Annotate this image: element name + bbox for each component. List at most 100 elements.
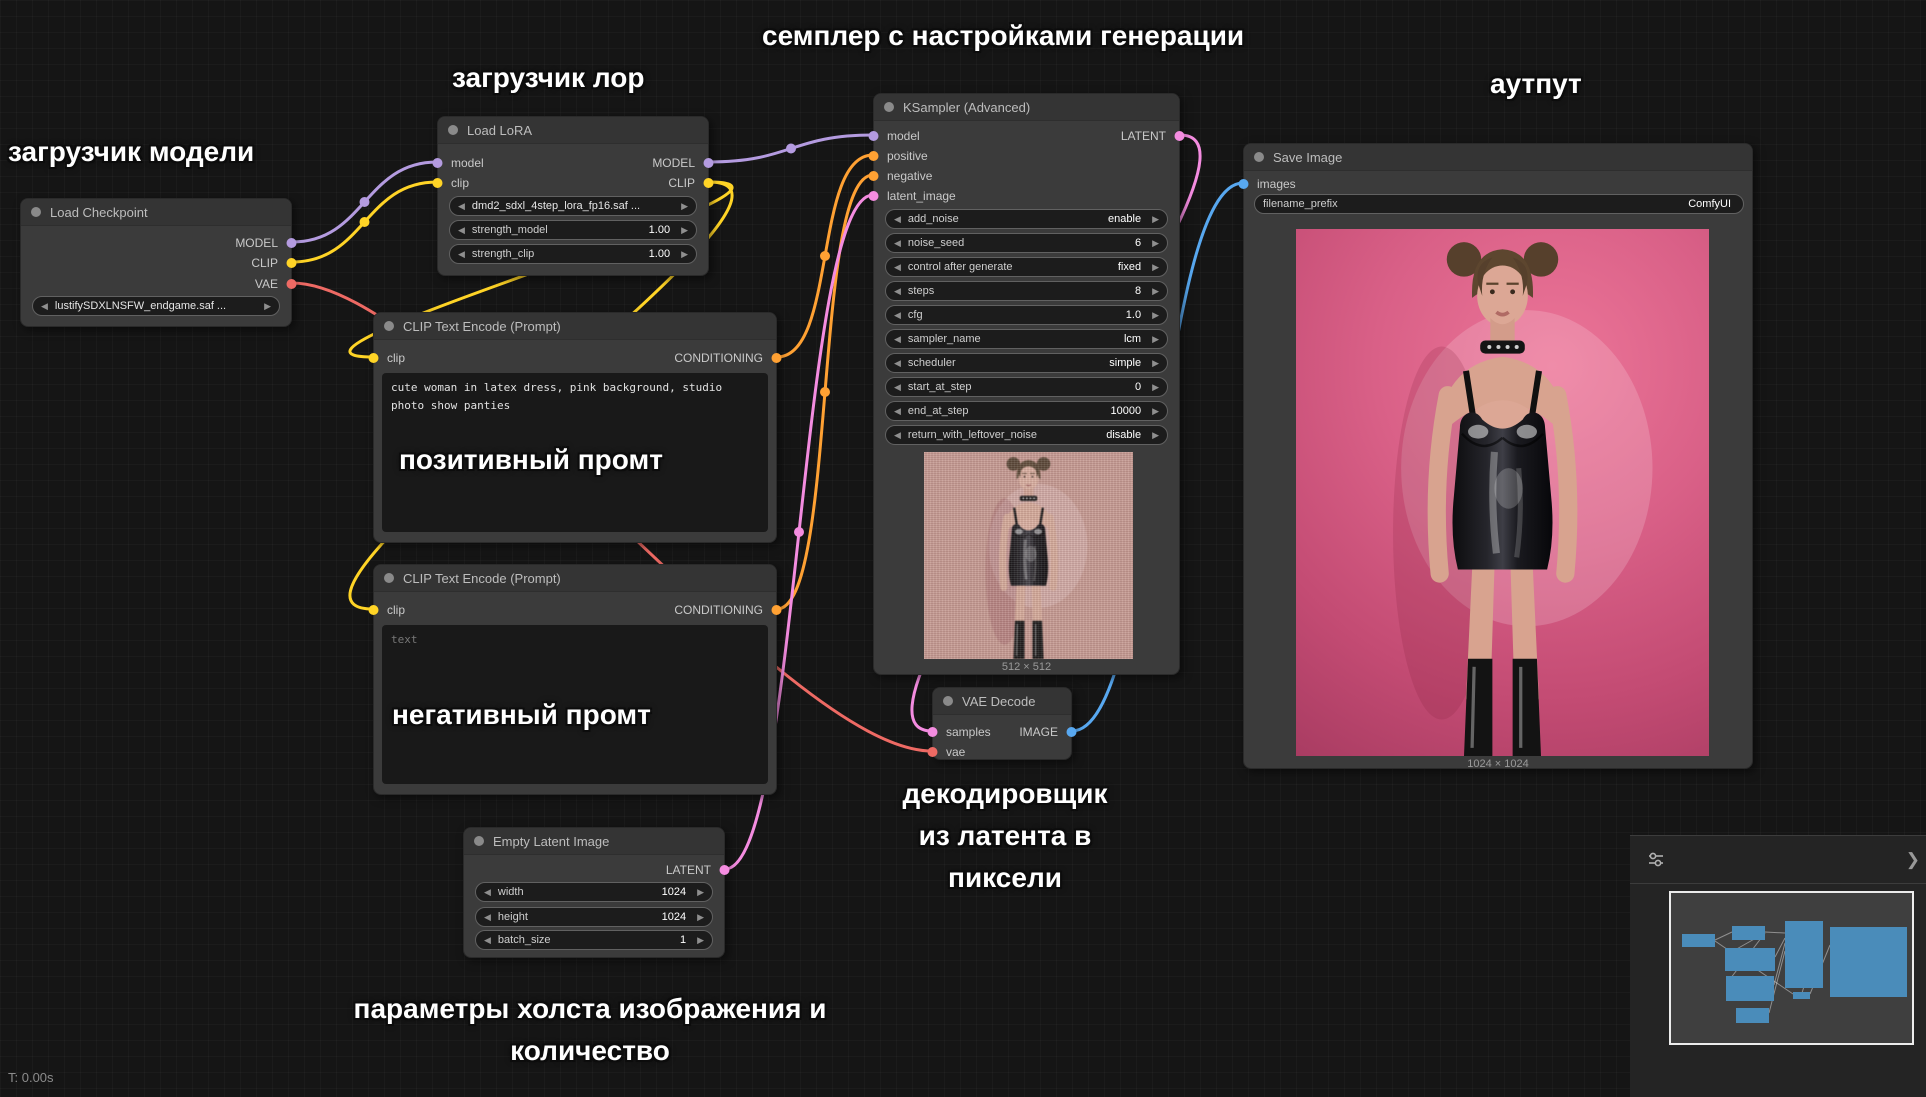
increment-arrow-icon[interactable]: ▶ (264, 302, 271, 311)
increment-arrow-icon[interactable]: ▶ (697, 913, 704, 922)
increment-arrow-icon[interactable]: ▶ (1152, 431, 1159, 440)
collapse-dot-icon[interactable] (384, 573, 394, 583)
output-port-clip[interactable] (287, 258, 297, 268)
decrement-arrow-icon[interactable]: ◀ (41, 302, 48, 311)
decrement-arrow-icon[interactable]: ◀ (458, 226, 465, 235)
collapse-dot-icon[interactable] (1254, 152, 1264, 162)
output-port-vae[interactable] (287, 279, 297, 289)
decrement-arrow-icon[interactable]: ◀ (894, 287, 901, 296)
input-port-clip[interactable] (433, 178, 443, 188)
collapse-dot-icon[interactable] (943, 696, 953, 706)
cfg-widget[interactable]: ◀cfg1.0▶ (885, 305, 1168, 325)
output-port-latent[interactable] (1175, 131, 1185, 141)
control-after-generate-widget[interactable]: ◀control after generatefixed▶ (885, 257, 1168, 277)
lora-name-combo[interactable]: ◀ dmd2_sdxl_4step_lora_fp16.saf ... ▶ (449, 196, 697, 216)
decrement-arrow-icon[interactable]: ◀ (894, 239, 901, 248)
increment-arrow-icon[interactable]: ▶ (697, 888, 704, 897)
start-at-step-widget[interactable]: ◀start_at_step0▶ (885, 377, 1168, 397)
collapse-dot-icon[interactable] (448, 125, 458, 135)
width-widget[interactable]: ◀ width 1024 ▶ (475, 882, 713, 902)
strength-clip-widget[interactable]: ◀ strength_clip 1.00 ▶ (449, 244, 697, 264)
node-header[interactable]: Save Image (1244, 144, 1752, 171)
output-port-clip[interactable] (704, 178, 714, 188)
increment-arrow-icon[interactable]: ▶ (1152, 335, 1159, 344)
output-port-model[interactable] (287, 238, 297, 248)
input-port-positive[interactable] (869, 151, 879, 161)
increment-arrow-icon[interactable]: ▶ (1152, 287, 1159, 296)
node-header[interactable]: CLIP Text Encode (Prompt) (374, 313, 776, 340)
decrement-arrow-icon[interactable]: ◀ (894, 431, 901, 440)
node-vae-decode[interactable]: VAE Decode samples IMAGE vae (932, 687, 1072, 760)
increment-arrow-icon[interactable]: ▶ (681, 250, 688, 259)
decrement-arrow-icon[interactable]: ◀ (484, 913, 491, 922)
noise-seed-widget[interactable]: ◀noise_seed6▶ (885, 233, 1168, 253)
increment-arrow-icon[interactable]: ▶ (1152, 359, 1159, 368)
decrement-arrow-icon[interactable]: ◀ (894, 311, 901, 320)
height-widget[interactable]: ◀ height 1024 ▶ (475, 907, 713, 927)
node-graph-canvas[interactable]: Load Checkpoint MODEL CLIP VAE ◀ lustify… (0, 0, 1926, 1097)
add-noise-widget[interactable]: ◀add_noiseenable▶ (885, 209, 1168, 229)
increment-arrow-icon[interactable]: ▶ (1152, 263, 1159, 272)
input-port-clip[interactable] (369, 605, 379, 615)
end-at-step-widget[interactable]: ◀end_at_step10000▶ (885, 401, 1168, 421)
output-port-latent[interactable] (720, 865, 730, 875)
increment-arrow-icon[interactable]: ▶ (681, 226, 688, 235)
sliders-icon[interactable] (1646, 850, 1666, 870)
decrement-arrow-icon[interactable]: ◀ (484, 936, 491, 945)
decrement-arrow-icon[interactable]: ◀ (484, 888, 491, 897)
decrement-arrow-icon[interactable]: ◀ (894, 359, 901, 368)
node-header[interactable]: VAE Decode (933, 688, 1071, 715)
increment-arrow-icon[interactable]: ▶ (1152, 383, 1159, 392)
input-port-model[interactable] (433, 158, 443, 168)
node-header[interactable]: Empty Latent Image (464, 828, 724, 855)
increment-arrow-icon[interactable]: ▶ (1152, 407, 1159, 416)
increment-arrow-icon[interactable]: ▶ (1152, 215, 1159, 224)
increment-arrow-icon[interactable]: ▶ (681, 202, 688, 211)
node-header[interactable]: Load LoRA (438, 117, 708, 144)
batch-size-widget[interactable]: ◀ batch_size 1 ▶ (475, 930, 713, 950)
scheduler-widget[interactable]: ◀schedulersimple▶ (885, 353, 1168, 373)
decrement-arrow-icon[interactable]: ◀ (458, 250, 465, 259)
input-port-model[interactable] (869, 131, 879, 141)
output-port-image[interactable] (1067, 727, 1077, 737)
decrement-arrow-icon[interactable]: ◀ (458, 202, 465, 211)
collapse-dot-icon[interactable] (884, 102, 894, 112)
input-port-negative[interactable] (869, 171, 879, 181)
increment-arrow-icon[interactable]: ▶ (1152, 239, 1159, 248)
collapse-dot-icon[interactable] (31, 207, 41, 217)
node-header[interactable]: CLIP Text Encode (Prompt) (374, 565, 776, 592)
input-port-samples[interactable] (928, 727, 938, 737)
input-port-clip[interactable] (369, 353, 379, 363)
decrement-arrow-icon[interactable]: ◀ (894, 383, 901, 392)
node-load-lora[interactable]: Load LoRA model MODEL clip CLIP ◀ dmd2_s… (437, 116, 709, 276)
collapse-dot-icon[interactable] (474, 836, 484, 846)
minimap[interactable] (1669, 891, 1914, 1045)
increment-arrow-icon[interactable]: ▶ (1152, 311, 1159, 320)
sampler-name-widget[interactable]: ◀sampler_namelcm▶ (885, 329, 1168, 349)
steps-widget[interactable]: ◀steps8▶ (885, 281, 1168, 301)
node-header[interactable]: KSampler (Advanced) (874, 94, 1179, 121)
input-port-latent-image[interactable] (869, 191, 879, 201)
node-header[interactable]: Load Checkpoint (21, 199, 291, 226)
decrement-arrow-icon[interactable]: ◀ (894, 215, 901, 224)
node-empty-latent-image[interactable]: Empty Latent Image LATENT ◀ width 1024 ▶… (463, 827, 725, 958)
strength-model-widget[interactable]: ◀ strength_model 1.00 ▶ (449, 220, 697, 240)
output-port-model[interactable] (704, 158, 714, 168)
increment-arrow-icon[interactable]: ▶ (697, 936, 704, 945)
minimap-panel[interactable]: ❯ (1630, 835, 1926, 1097)
filename-prefix-widget[interactable]: filename_prefix ComfyUI (1254, 194, 1744, 214)
input-port-images[interactable] (1239, 179, 1249, 189)
return-with-leftover-noise-widget[interactable]: ◀return_with_leftover_noisedisable▶ (885, 425, 1168, 445)
decrement-arrow-icon[interactable]: ◀ (894, 335, 901, 344)
input-port-vae[interactable] (928, 747, 938, 757)
output-port-conditioning[interactable] (772, 353, 782, 363)
node-ksampler-advanced[interactable]: KSampler (Advanced) model LATENT positiv… (873, 93, 1180, 675)
ckpt-name-combo[interactable]: ◀ lustifySDXLNSFW_endgame.saf ... ▶ (32, 296, 280, 316)
output-port-conditioning[interactable] (772, 605, 782, 615)
node-clip-text-encode-positive[interactable]: CLIP Text Encode (Prompt) clip CONDITION… (373, 312, 777, 543)
collapse-dot-icon[interactable] (384, 321, 394, 331)
decrement-arrow-icon[interactable]: ◀ (894, 263, 901, 272)
decrement-arrow-icon[interactable]: ◀ (894, 407, 901, 416)
node-save-image[interactable]: Save Image images filename_prefix ComfyU… (1243, 143, 1753, 769)
chevron-right-icon[interactable]: ❯ (1906, 850, 1920, 870)
